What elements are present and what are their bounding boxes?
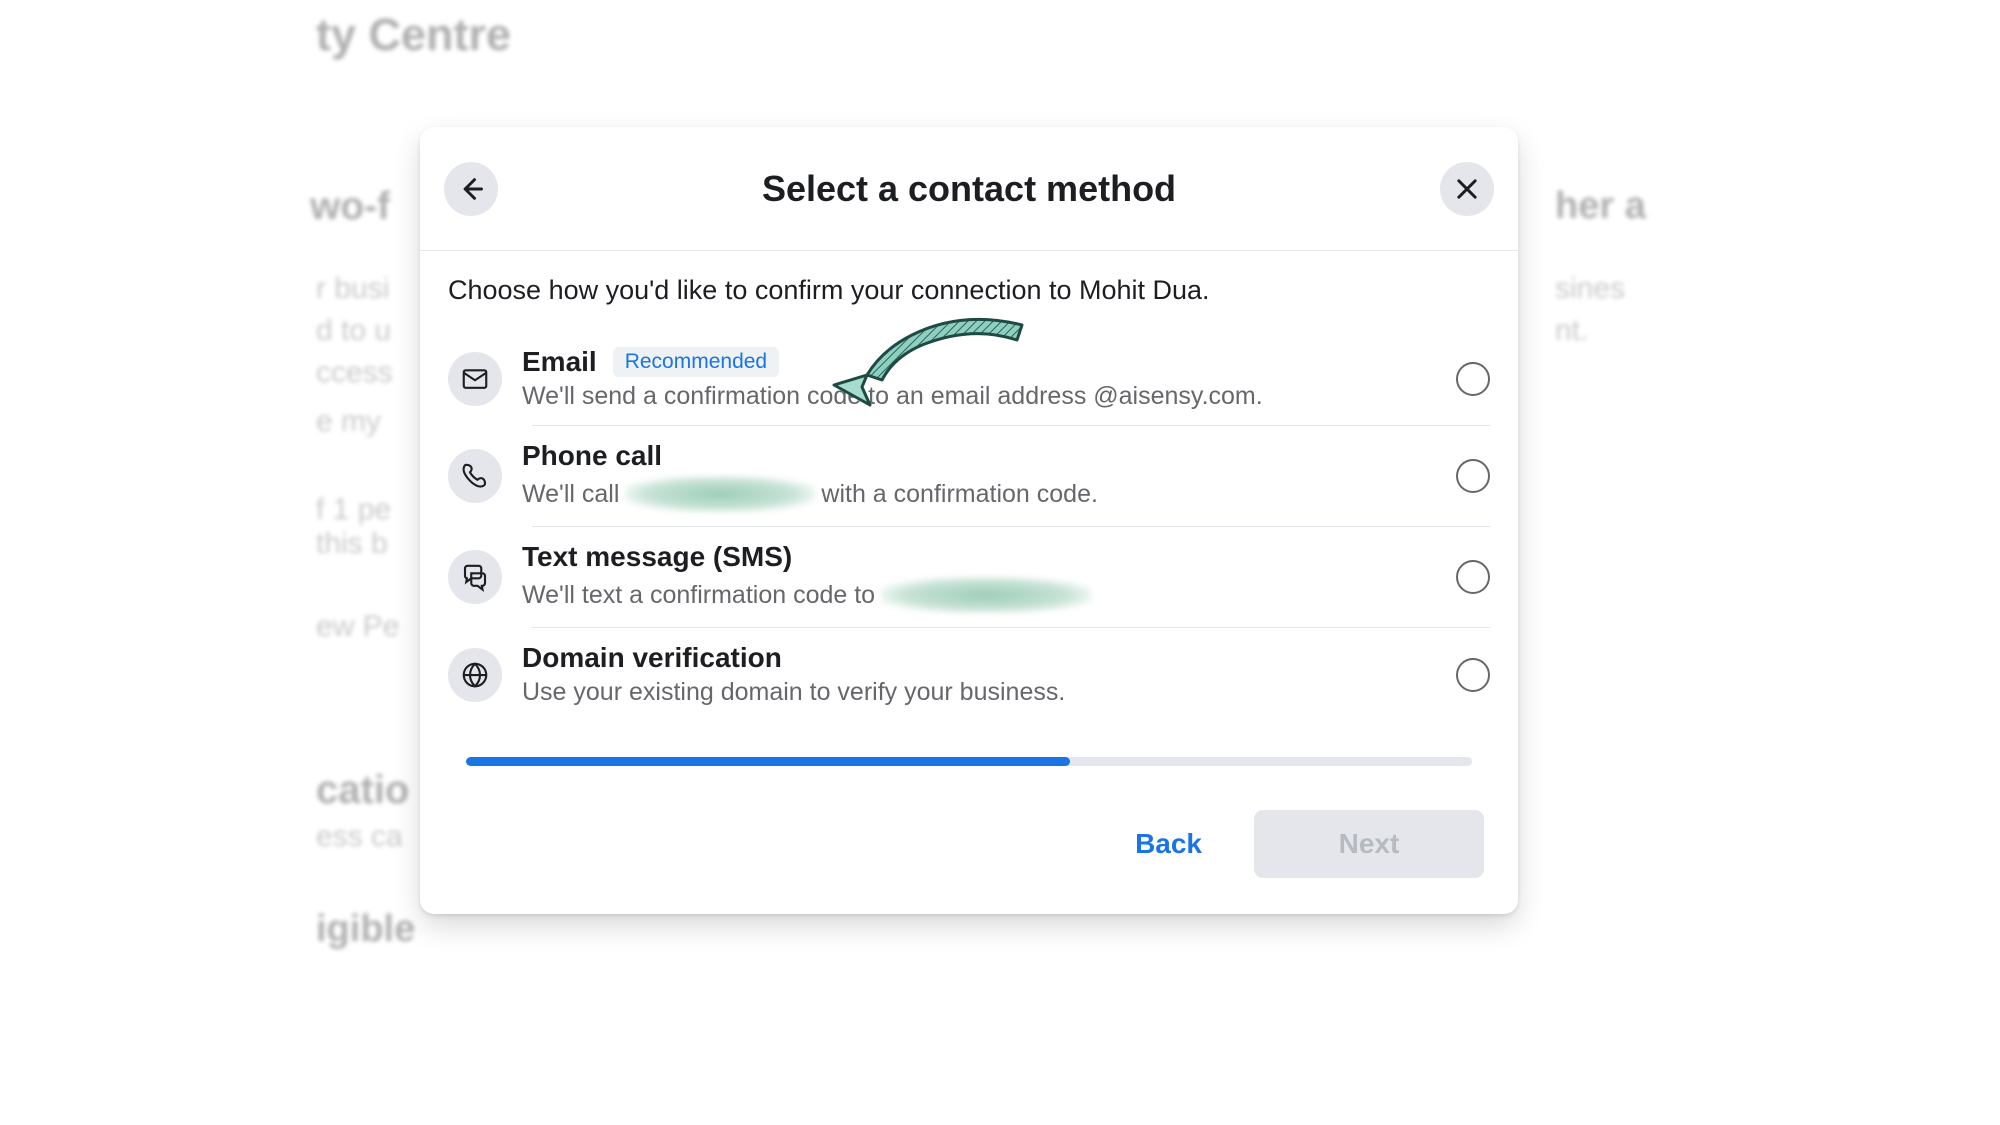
redacted-sms-number (881, 577, 1091, 613)
option-content: Text message (SMS) We'll text a confirma… (522, 541, 1436, 613)
option-radio-domain[interactable] (1456, 658, 1490, 692)
progress-bar (466, 757, 1472, 766)
modal-title: Select a contact method (762, 168, 1176, 210)
option-radio-phone[interactable] (1456, 459, 1490, 493)
option-title: Email (522, 346, 597, 378)
bg-para-left: r busi d to u ccess (316, 268, 393, 394)
email-icon (460, 364, 490, 394)
bg-subheading-2: catio (316, 768, 409, 813)
modal-header: Select a contact method (420, 127, 1518, 251)
bg-para-right: sines nt. (1555, 268, 1625, 352)
back-button[interactable]: Back (1103, 810, 1234, 878)
redacted-phone-number (625, 476, 815, 512)
chat-icon (460, 562, 490, 592)
bg-subheading-3: igible (316, 908, 415, 951)
instruction-text: Choose how you'd like to confirm your co… (448, 275, 1490, 306)
recommended-badge: Recommended (613, 347, 779, 377)
bg-heading: ty Centre (316, 9, 511, 61)
option-description: We'll send a confirmation code to an ema… (522, 382, 1436, 411)
bg-subheading: wo-f (310, 185, 390, 229)
sms-icon-wrap (448, 550, 502, 604)
option-title-row: Phone call (522, 440, 1436, 472)
option-description: Use your existing domain to verify your … (522, 678, 1436, 707)
bg-text-4: ew Pe (316, 610, 399, 644)
progress-section (420, 731, 1518, 766)
contact-options-list: Email Recommended We'll send a confirmat… (448, 332, 1490, 721)
option-description: We'll text a confirmation code to (522, 577, 1436, 613)
modal-footer: Back Next (420, 766, 1518, 914)
desc-suffix: with a confirmation code. (821, 480, 1098, 509)
contact-method-modal: Select a contact method Choose how you'd… (420, 127, 1518, 914)
close-button[interactable] (1440, 162, 1494, 216)
option-title: Domain verification (522, 642, 782, 674)
option-radio-sms[interactable] (1456, 560, 1490, 594)
option-content: Email Recommended We'll send a confirmat… (522, 346, 1436, 411)
desc-prefix: We'll call (522, 480, 619, 509)
bg-right-heading: her a (1555, 185, 1646, 228)
option-email[interactable]: Email Recommended We'll send a confirmat… (448, 332, 1490, 425)
progress-fill (466, 757, 1070, 766)
option-title-row: Text message (SMS) (522, 541, 1436, 573)
bg-text-2: e my (316, 405, 381, 439)
option-phone-call[interactable]: Phone call We'll call with a confirmatio… (448, 426, 1490, 526)
option-title: Phone call (522, 440, 662, 472)
arrow-left-icon (457, 175, 485, 203)
option-radio-email[interactable] (1456, 362, 1490, 396)
option-description: We'll call with a confirmation code. (522, 476, 1436, 512)
option-domain-verification[interactable]: Domain verification Use your existing do… (448, 628, 1490, 721)
option-title-row: Domain verification (522, 642, 1436, 674)
option-text-message[interactable]: Text message (SMS) We'll text a confirma… (448, 527, 1490, 627)
globe-icon (460, 660, 490, 690)
option-content: Domain verification Use your existing do… (522, 642, 1436, 707)
next-button[interactable]: Next (1254, 810, 1484, 878)
back-arrow-button[interactable] (444, 162, 498, 216)
phone-icon-wrap (448, 449, 502, 503)
bg-text-5: ess ca (316, 820, 403, 854)
phone-icon (460, 461, 490, 491)
close-icon (1453, 175, 1481, 203)
email-icon-wrap (448, 352, 502, 406)
option-content: Phone call We'll call with a confirmatio… (522, 440, 1436, 512)
bg-text-3: f 1 pe this b (316, 493, 391, 561)
desc-prefix: We'll text a confirmation code to (522, 581, 875, 610)
globe-icon-wrap (448, 648, 502, 702)
option-title-row: Email Recommended (522, 346, 1436, 378)
option-title: Text message (SMS) (522, 541, 792, 573)
modal-body: Choose how you'd like to confirm your co… (420, 251, 1518, 731)
